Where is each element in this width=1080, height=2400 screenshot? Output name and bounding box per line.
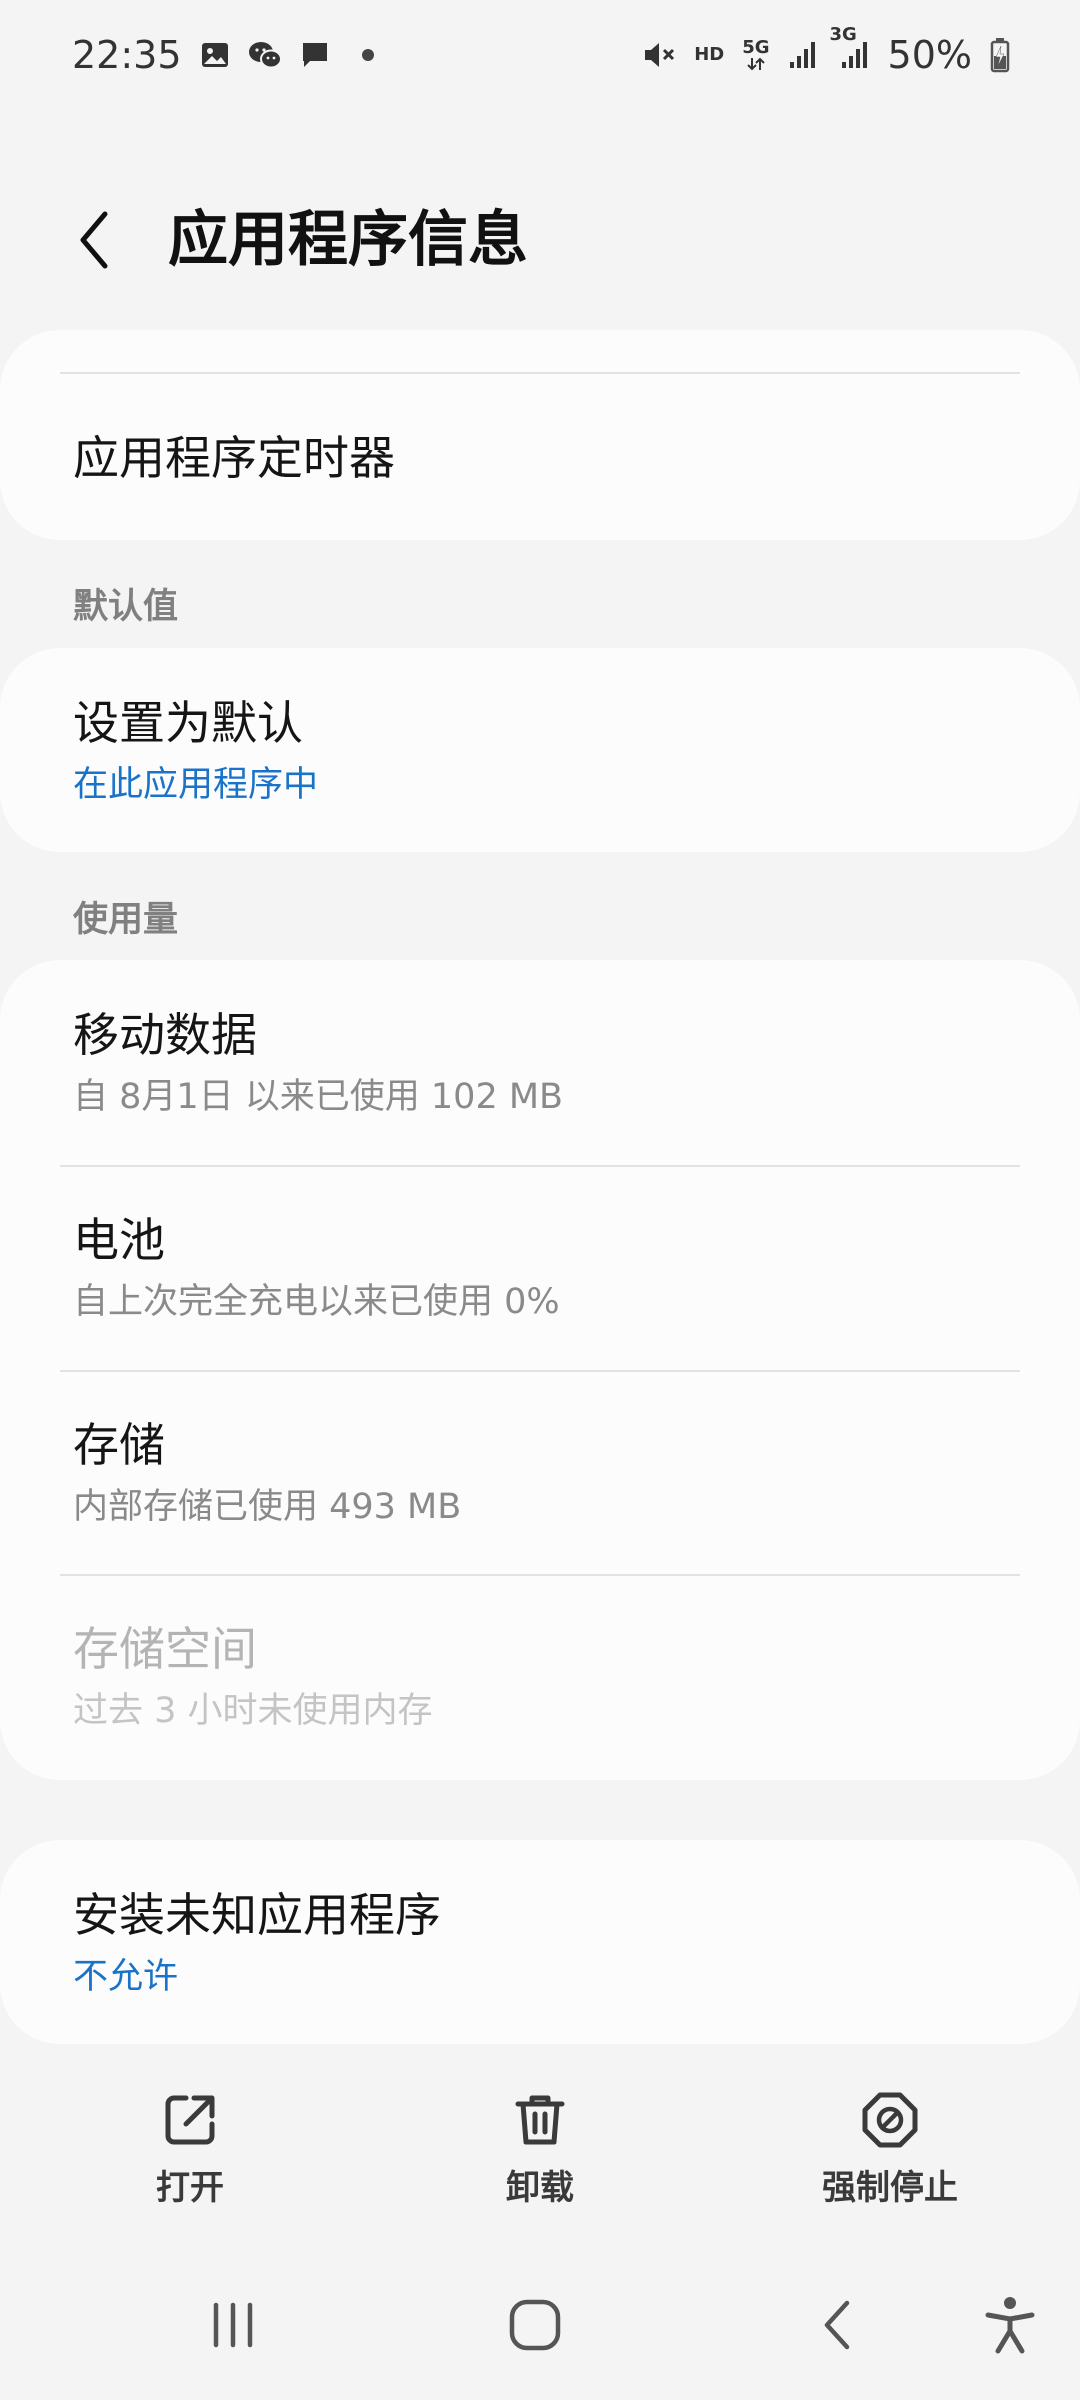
battery-subtitle: 自上次完全充电以来已使用 0%	[73, 1282, 560, 1322]
defaults-card: 设置为默认 在此应用程序中	[0, 648, 1080, 852]
recent-apps-button[interactable]	[188, 2285, 278, 2365]
force-stop-button[interactable]: 强制停止	[770, 2080, 1010, 2230]
battery-row[interactable]: 电池 自上次完全充电以来已使用 0%	[0, 1167, 1080, 1371]
mobile-data-title: 移动数据	[73, 1008, 257, 1062]
mute-icon	[642, 39, 676, 71]
set-default-title: 设置为默认	[73, 696, 303, 750]
open-label: 打开	[156, 2168, 224, 2208]
stop-icon	[858, 2088, 922, 2152]
nav-back-icon	[824, 2300, 850, 2350]
uninstall-label: 卸载	[506, 2168, 574, 2208]
status-bar: 22:35 HD 5G 3G 50%	[0, 0, 1080, 110]
image-icon	[200, 40, 230, 70]
3g-signal-icon: 3G	[830, 26, 870, 70]
home-icon	[509, 2299, 561, 2351]
app-timer-title: 应用程序定时器	[73, 431, 395, 485]
app-timer-row[interactable]: 应用程序定时器	[0, 330, 1080, 540]
battery-charging-icon	[990, 37, 1010, 73]
storage-row[interactable]: 存储 内部存储已使用 493 MB	[0, 1372, 1080, 1575]
home-button[interactable]	[490, 2285, 580, 2365]
timer-card: 应用程序定时器	[0, 330, 1080, 540]
notification-dot-icon	[361, 49, 374, 61]
accessibility-icon	[985, 2297, 1035, 2354]
navigation-bar	[0, 2270, 1080, 2380]
battery-title: 电池	[73, 1213, 165, 1267]
usage-card: 移动数据 自 8月1日 以来已使用 102 MB 电池 自上次完全充电以来已使用…	[0, 960, 1080, 1780]
storage-subtitle: 内部存储已使用 493 MB	[73, 1487, 462, 1527]
chevron-left-icon	[80, 211, 108, 269]
open-external-icon	[158, 2088, 222, 2152]
install-unknown-subtitle: 不允许	[73, 1957, 179, 1997]
set-default-row[interactable]: 设置为默认 在此应用程序中	[0, 648, 1080, 852]
force-stop-label: 强制停止	[822, 2168, 958, 2208]
5g-signal-icon: 5G	[742, 37, 770, 71]
back-button[interactable]	[60, 205, 130, 275]
status-time: 22:35	[72, 33, 182, 77]
memory-title: 存储空间	[73, 1622, 257, 1676]
header: 应用程序信息	[0, 180, 1080, 300]
battery-percent: 50%	[887, 33, 972, 77]
install-unknown-row[interactable]: 安装未知应用程序 不允许	[0, 1840, 1080, 2044]
section-defaults-header: 默认值	[73, 587, 179, 627]
accessibility-button[interactable]	[965, 2285, 1055, 2365]
install-unknown-card: 安装未知应用程序 不允许	[0, 1840, 1080, 2044]
mobile-data-subtitle: 自 8月1日 以来已使用 102 MB	[73, 1077, 564, 1117]
section-usage-header: 使用量	[73, 900, 179, 940]
nav-back-button[interactable]	[792, 2285, 882, 2365]
page-title: 应用程序信息	[168, 205, 528, 275]
install-unknown-title: 安装未知应用程序	[73, 1888, 441, 1942]
status-left: 22:35	[72, 33, 374, 77]
open-button[interactable]: 打开	[70, 2080, 310, 2230]
mobile-data-row[interactable]: 移动数据 自 8月1日 以来已使用 102 MB	[0, 960, 1080, 1165]
recent-apps-icon	[213, 2302, 253, 2348]
trash-icon	[508, 2088, 572, 2152]
memory-subtitle: 过去 3 小时未使用内存	[73, 1691, 433, 1731]
signal-bars-icon	[788, 40, 818, 70]
message-icon	[300, 40, 330, 70]
network-3g-label: 3G	[829, 24, 857, 45]
hd-label: HD	[694, 44, 725, 65]
action-bar: 打开 卸载 强制停止	[0, 2080, 1080, 2230]
network-5g-label: 5G	[742, 37, 770, 58]
storage-title: 存储	[73, 1418, 165, 1472]
uninstall-button[interactable]: 卸载	[420, 2080, 660, 2230]
set-default-subtitle: 在此应用程序中	[73, 765, 319, 805]
memory-row[interactable]: 存储空间 过去 3 小时未使用内存	[0, 1576, 1080, 1780]
wechat-icon	[248, 40, 282, 70]
status-right: HD 5G 3G 50%	[642, 26, 1010, 77]
